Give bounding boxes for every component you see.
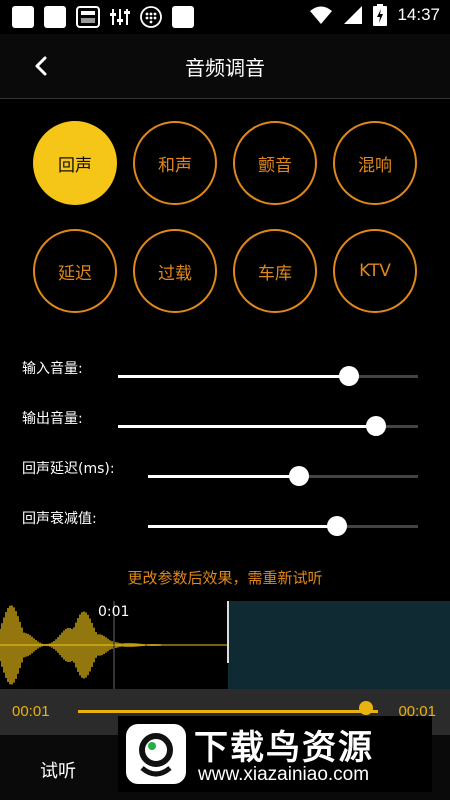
slider-label-echo-delay: 回声延迟(ms): [22,461,115,477]
listen-button[interactable]: 试听 [40,757,76,783]
slider-thumb[interactable] [339,366,359,386]
slider-fill [118,375,349,378]
waveform-view[interactable]: 0:01 [0,601,450,689]
input-volume-slider[interactable] [118,366,418,386]
effect-button[interactable]: 和声 [133,121,217,205]
effect-button[interactable]: 回声 [33,121,117,205]
effect-button[interactable]: 混响 [333,121,417,205]
slider-fill [148,525,337,528]
slider-fill [118,425,376,428]
echo-delay-slider[interactable] [148,466,418,486]
tuning-panel: 回声 和声 颤音 混响 延迟 过载 车库 KTV 输入音量: 输出音量: 回声延迟(ms): … [0,99,450,601]
page-title: 音频调音 [185,56,265,80]
hint-text: 更改参数后效果，需重新试听 [127,569,323,587]
notification-icons [12,6,194,28]
status-bar: 14:37 [0,0,450,34]
waveform-empty-area [228,601,450,689]
watermark-url: www.xiazainiao.com [198,764,370,785]
waveform-time-marker: 0:01 [98,604,130,620]
effect-button[interactable]: 过载 [133,229,217,313]
output-volume-slider[interactable] [118,416,418,436]
slider-thumb[interactable] [327,516,347,536]
system-icons: 14:37 [309,4,440,26]
effect-button[interactable]: 延迟 [33,229,117,313]
slider-label-output-volume: 输出音量: [22,411,83,427]
playhead[interactable] [227,601,229,663]
notification-icon [44,6,66,28]
effect-button[interactable]: 颤音 [233,121,317,205]
progress-thumb[interactable] [359,701,373,715]
slider-thumb[interactable] [366,416,386,436]
slider-label-input-volume: 输入音量: [22,361,83,377]
bird-logo-icon [126,724,186,784]
effect-button[interactable]: 车库 [233,229,317,313]
wifi-icon [310,6,333,24]
dialpad-icon [140,6,162,28]
slider-thumb[interactable] [289,466,310,486]
progress-track[interactable] [78,710,378,713]
notification-icon [12,6,34,28]
slider-label-echo-decay: 回声衰减值: [22,511,97,527]
signal-icon [344,6,363,24]
app-bar: 音频调音 [0,34,450,99]
echo-decay-slider[interactable] [148,516,418,536]
current-time: 00:01 [12,703,50,720]
equalizer-icon [110,9,130,25]
notification-icon [172,6,194,28]
watermark-title: 下载鸟资源 [194,728,374,768]
watermark: 下载鸟资源 www.xiazainiao.com [118,716,432,792]
clock: 14:37 [397,5,440,24]
slider-fill [148,475,300,478]
effect-button[interactable]: KTV [333,229,417,313]
battery-charging-icon [373,4,388,26]
radio-icon [76,6,100,28]
